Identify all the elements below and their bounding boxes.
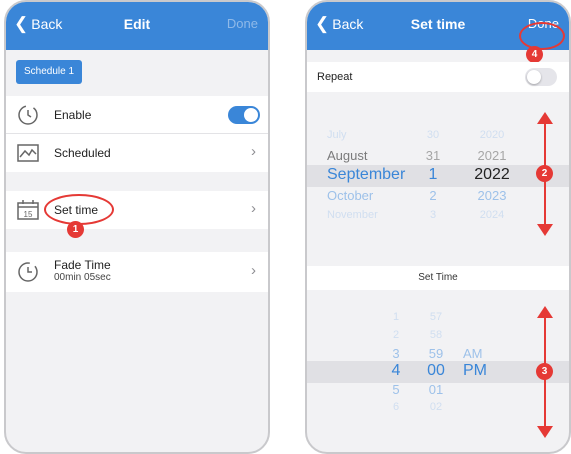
back-button[interactable]: ❮ Back bbox=[315, 15, 363, 32]
month-option: August bbox=[327, 147, 368, 163]
hour-option: 5 bbox=[392, 381, 400, 397]
hour-option: 2 bbox=[392, 328, 400, 341]
ampm-option: PM bbox=[463, 362, 487, 379]
navigation-bar: ❮ Back Edit Done bbox=[6, 2, 268, 50]
month-option: September bbox=[327, 166, 406, 183]
day-option: 2 bbox=[429, 187, 437, 203]
done-highlight-ring bbox=[519, 22, 565, 50]
repeat-label: Repeat bbox=[317, 71, 353, 83]
repeat-row: Repeat bbox=[307, 62, 569, 92]
month-option: July bbox=[327, 128, 347, 141]
day-option: 30 bbox=[426, 128, 440, 141]
chevron-left-icon: ❮ bbox=[315, 14, 330, 33]
step-marker-1: 1 bbox=[67, 221, 84, 238]
hour-option: 3 bbox=[392, 345, 400, 361]
fade-timer-icon bbox=[18, 262, 38, 282]
day-option: 3 bbox=[429, 208, 437, 221]
fade-time-label: Fade Time bbox=[54, 258, 111, 272]
day-option: 31 bbox=[425, 147, 441, 163]
year-option: 2023 bbox=[477, 187, 507, 203]
step-marker-3: 3 bbox=[536, 363, 553, 380]
set-time-screen: ❮ Back Set time Done 4 Repeat July August… bbox=[305, 0, 571, 454]
step-marker-2: 2 bbox=[536, 165, 553, 182]
calendar-icon: 15 bbox=[17, 200, 39, 220]
svg-text:15: 15 bbox=[24, 210, 33, 219]
minute-option: 00 bbox=[427, 362, 445, 379]
highlight-ring bbox=[44, 194, 114, 225]
back-label: Back bbox=[332, 15, 364, 32]
chevron-left-icon: ❮ bbox=[14, 14, 29, 33]
scheduled-label: Scheduled bbox=[54, 146, 111, 160]
fade-time-row[interactable]: Fade Time 00min 05sec › bbox=[6, 252, 268, 292]
repeat-toggle[interactable] bbox=[525, 68, 557, 86]
minute-option: 02 bbox=[429, 400, 443, 413]
enable-toggle[interactable] bbox=[228, 106, 260, 124]
scheduled-row[interactable]: Scheduled › bbox=[6, 134, 268, 172]
year-option: 2022 bbox=[474, 166, 510, 183]
minute-option: 57 bbox=[429, 310, 443, 323]
year-option: 2020 bbox=[479, 128, 505, 141]
minute-option: 59 bbox=[428, 345, 444, 361]
month-option: October bbox=[327, 187, 374, 203]
back-button[interactable]: ❮ Back bbox=[14, 15, 62, 32]
fade-group: Fade Time 00min 05sec › bbox=[6, 252, 268, 292]
hour-option: 6 bbox=[392, 400, 400, 413]
timer-icon bbox=[18, 105, 38, 125]
settings-group: Enable Scheduled › bbox=[6, 96, 268, 172]
back-label: Back bbox=[31, 15, 63, 32]
schedule-chip[interactable]: Schedule 1 bbox=[16, 60, 83, 84]
step-marker-4: 4 bbox=[526, 46, 543, 63]
chevron-right-icon: › bbox=[251, 200, 256, 217]
chart-icon bbox=[17, 144, 39, 162]
month-option: November bbox=[327, 208, 378, 221]
chevron-right-icon: › bbox=[251, 262, 256, 279]
set-time-header: Set Time bbox=[307, 266, 569, 290]
year-option: 2024 bbox=[479, 208, 505, 221]
edit-screen: ❮ Back Edit Done Schedule 1 Enable Sched… bbox=[4, 0, 270, 454]
date-picker[interactable]: July August September October November 30 31 1 2… bbox=[307, 110, 569, 250]
enable-label: Enable bbox=[54, 108, 92, 122]
day-option: 1 bbox=[428, 166, 438, 183]
hour-option: 4 bbox=[391, 362, 401, 379]
minute-option: 01 bbox=[428, 381, 444, 397]
hour-option: 1 bbox=[392, 310, 400, 323]
year-option: 2021 bbox=[477, 147, 507, 163]
fade-time-value: 00min 05sec bbox=[54, 272, 111, 283]
done-button[interactable]: Done bbox=[227, 16, 258, 31]
ampm-option: AM bbox=[463, 345, 483, 361]
time-picker[interactable]: 1 2 3 4 5 6 57 58 59 00 01 02 AM PM bbox=[307, 298, 569, 448]
enable-row: Enable bbox=[6, 96, 268, 134]
minute-option: 58 bbox=[429, 328, 443, 341]
chevron-right-icon: › bbox=[251, 143, 256, 160]
